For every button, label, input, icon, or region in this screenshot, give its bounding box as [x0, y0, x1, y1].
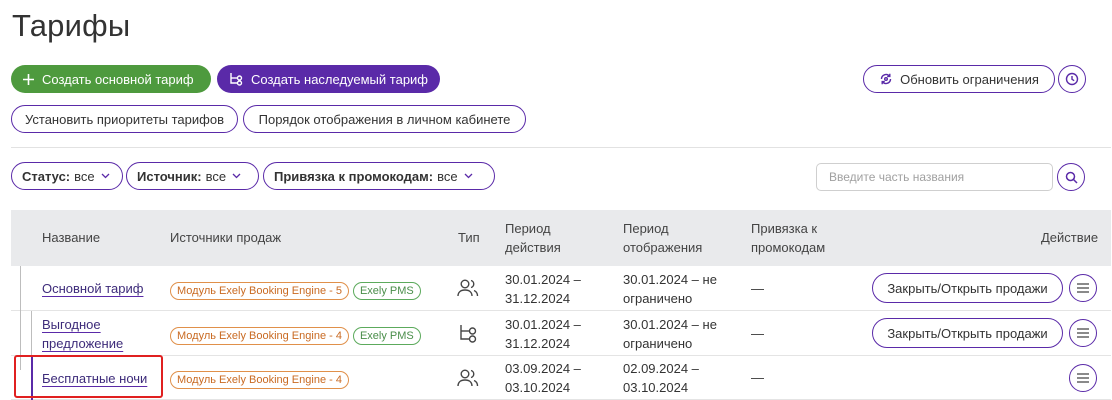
period-action-cell: 03.09.2024 –03.10.2024 — [505, 361, 581, 395]
status-filter-label: Статус: — [22, 168, 71, 184]
table-row: Выгодное предложение Модуль Exely Bookin… — [11, 311, 1111, 356]
tree-line — [20, 311, 21, 356]
menu-icon — [1077, 283, 1089, 293]
col-period-action-line-2: действия — [505, 240, 561, 255]
col-period-display-line-2: отображения — [623, 240, 703, 255]
search-icon — [1065, 171, 1078, 184]
tree-line — [31, 311, 32, 356]
tariff-name-link[interactable]: Выгодное предложение — [42, 315, 123, 353]
col-period-display-line-1: Период — [623, 221, 669, 236]
update-restrictions-label: Обновить ограничения — [900, 71, 1039, 87]
chevron-down-icon — [232, 173, 241, 179]
create-main-tariff-label: Создать основной тариф — [42, 71, 194, 87]
col-period-action-line-1: Период — [505, 221, 551, 236]
inherit-icon — [458, 323, 478, 348]
users-icon — [457, 278, 479, 303]
row-menu-button[interactable] — [1069, 364, 1097, 392]
clock-icon — [1065, 72, 1079, 86]
promo-cell: — — [751, 326, 764, 341]
table-row: Основной тариф Модуль Exely Booking Engi… — [11, 266, 1111, 311]
status-filter-value: все — [74, 168, 95, 184]
col-period-display-header: Период отображения — [623, 219, 702, 257]
source-tag: Exely PMS — [352, 282, 421, 300]
col-promo-line-1: Привязка к — [751, 221, 818, 236]
sources-cell: Модуль Exely Booking Engine - 4 Exely PMS — [170, 325, 425, 345]
inherit-icon — [229, 72, 243, 86]
plus-icon — [23, 73, 34, 85]
refresh-icon — [879, 72, 893, 86]
col-type-header: Тип — [458, 230, 480, 245]
create-inherited-tariff-button[interactable]: Создать наследуемый тариф — [217, 65, 440, 93]
update-restrictions-button[interactable]: Обновить ограничения — [863, 65, 1055, 93]
promo-cell: — — [751, 370, 764, 385]
users-icon — [457, 368, 479, 393]
source-tag: Exely PMS — [352, 327, 421, 345]
period-action-cell: 30.01.2024 –31.12.2024 — [505, 317, 581, 351]
period-action-cell: 30.01.2024 –31.12.2024 — [505, 272, 581, 306]
sources-cell: Модуль Exely Booking Engine - 5 Exely PMS — [170, 280, 425, 300]
search-button[interactable] — [1057, 163, 1085, 191]
col-action-header: Действие — [1041, 230, 1099, 245]
col-sources-header: Источники продаж — [170, 230, 282, 245]
toggle-sales-button[interactable]: Закрыть/Открыть продажи — [872, 318, 1063, 348]
col-period-action-header: Период действия — [505, 219, 561, 257]
page-title: Тарифы — [12, 8, 131, 43]
tariff-name-link[interactable]: Основной тариф — [42, 279, 143, 298]
create-inherited-tariff-label: Создать наследуемый тариф — [251, 71, 429, 87]
display-order-button[interactable]: Порядок отображения в личном кабинете — [243, 105, 526, 133]
set-priorities-button[interactable]: Установить приоритеты тарифов — [11, 105, 238, 133]
row-menu-button[interactable] — [1069, 274, 1097, 302]
source-filter-value: все — [205, 168, 227, 184]
tree-line — [20, 266, 21, 311]
col-promo-line-2: промокодам — [751, 240, 826, 255]
table-header: Название Источники продаж Тип Период дей… — [11, 210, 1111, 266]
promo-filter[interactable]: Привязка к промокодам: все — [263, 162, 495, 190]
source-tag: Модуль Exely Booking Engine - 4 — [170, 371, 349, 389]
menu-icon — [1077, 373, 1089, 383]
chevron-down-icon — [464, 173, 473, 179]
highlight-box — [14, 355, 163, 398]
sources-cell: Модуль Exely Booking Engine - 4 — [170, 369, 353, 389]
toggle-sales-button[interactable]: Закрыть/Открыть продажи — [872, 273, 1063, 303]
source-tag: Модуль Exely Booking Engine - 4 — [170, 327, 349, 345]
promo-filter-value: все — [437, 168, 458, 184]
chevron-down-icon — [101, 173, 110, 179]
history-button[interactable] — [1058, 65, 1086, 93]
promo-cell: — — [751, 281, 764, 296]
period-display-cell: 02.09.2024 –03.10.2024 — [623, 361, 699, 395]
period-display-cell: 30.01.2024 – не ограничено — [623, 317, 717, 351]
status-filter[interactable]: Статус: все — [11, 162, 123, 190]
create-main-tariff-button[interactable]: Создать основной тариф — [11, 65, 211, 93]
source-tag: Модуль Exely Booking Engine - 5 — [170, 282, 349, 300]
divider — [11, 147, 1111, 148]
period-display-cell: 30.01.2024 – не ограничено — [623, 272, 717, 306]
source-filter-label: Источник: — [137, 168, 202, 184]
source-filter[interactable]: Источник: все — [126, 162, 259, 190]
promo-filter-label: Привязка к промокодам: — [274, 168, 434, 184]
row-menu-button[interactable] — [1069, 319, 1097, 347]
col-name-header: Название — [42, 230, 101, 245]
table-row: Бесплатные ночи Модуль Exely Booking Eng… — [11, 356, 1111, 400]
search-input[interactable] — [816, 163, 1053, 191]
menu-icon — [1077, 328, 1089, 338]
col-promo-header: Привязка к промокодам — [751, 219, 825, 257]
